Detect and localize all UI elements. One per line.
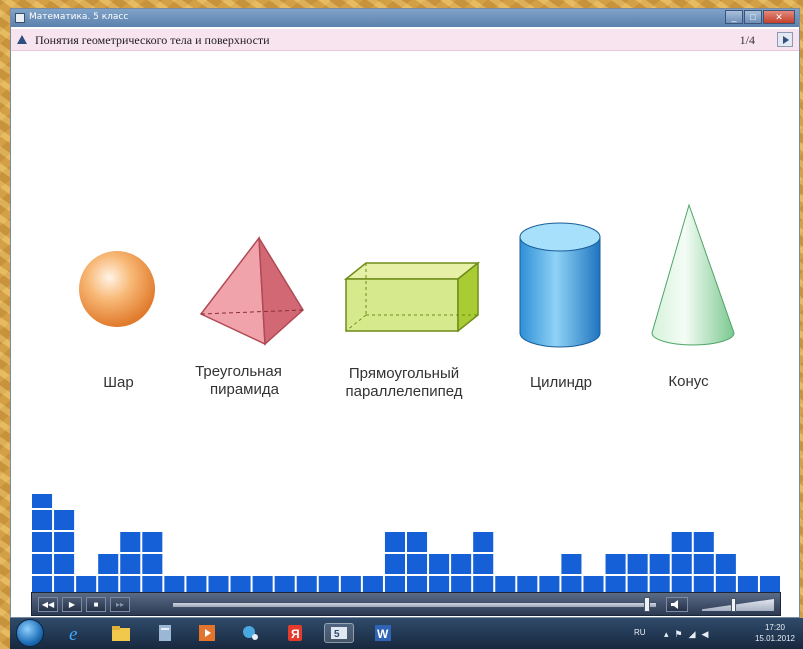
svg-text:W: W (377, 627, 389, 641)
volume-slider[interactable] (702, 599, 774, 611)
language-indicator[interactable]: RU (634, 628, 646, 637)
speaker-icon[interactable] (666, 597, 688, 612)
next-page-button[interactable] (777, 32, 793, 47)
svg-text:5: 5 (334, 629, 340, 640)
clock-time: 17:20 (764, 623, 785, 632)
label-line: параллелепипед (345, 383, 463, 400)
label-line: Конус (668, 373, 709, 390)
equalizer-block (142, 532, 163, 552)
equalizer-block (473, 532, 494, 552)
equalizer-block (54, 554, 75, 574)
close-button[interactable]: ✕ (763, 10, 795, 24)
ie-icon[interactable]: e (66, 623, 88, 645)
equalizer-block (384, 532, 405, 552)
equalizer-block (473, 554, 494, 574)
minimize-button[interactable]: _ (725, 10, 743, 24)
maximize-button[interactable]: □ (744, 10, 762, 24)
seek-bar[interactable] (172, 602, 657, 608)
word-icon[interactable]: W (372, 623, 394, 643)
rewind-button[interactable]: ◀◀ (38, 597, 58, 612)
lesson-header: Понятия геометрического тела и поверхнос… (11, 29, 799, 51)
window-controls: _ □ ✕ (725, 10, 795, 24)
label-line: Прямоугольный (348, 365, 460, 382)
yandex-icon[interactable]: Я (284, 623, 306, 643)
cylinder-figure (517, 221, 603, 351)
equalizer-block (627, 554, 648, 574)
label-line: Шар (103, 374, 134, 391)
label-line: Треугольная (195, 363, 282, 380)
equalizer-block (671, 554, 692, 574)
forward-button[interactable]: ▸▸ (110, 597, 130, 612)
shape-label-pyramid: Треугольная пирамида (181, 363, 296, 399)
equalizer-block (605, 554, 626, 574)
equalizer-block (32, 494, 53, 508)
equalizer-block (693, 532, 714, 552)
play-button[interactable]: ▶ (62, 597, 82, 612)
title-bar[interactable]: Математика. 5 класс _ □ ✕ (11, 9, 799, 27)
explorer-icon[interactable] (110, 623, 132, 643)
equalizer-block (98, 554, 119, 574)
presentation-icon[interactable]: 5 (324, 623, 354, 643)
equalizer-block (120, 554, 141, 574)
box-figure (342, 259, 482, 334)
pyramid-figure (197, 234, 307, 346)
collapse-up-icon[interactable] (17, 35, 27, 44)
svg-text:Я: Я (291, 627, 300, 641)
volume-thumb[interactable] (731, 598, 737, 612)
sphere-figure (77, 249, 157, 329)
start-button[interactable] (16, 619, 44, 647)
equalizer-block (429, 554, 450, 574)
equalizer-block (120, 532, 141, 552)
equalizer-block (649, 554, 670, 574)
equalizer-block (54, 510, 75, 530)
equalizer-block (32, 532, 53, 552)
media-player-icon[interactable] (196, 623, 218, 643)
equalizer-block (671, 532, 692, 552)
page-indicator: 1/4 (739, 33, 755, 47)
app-icon (15, 13, 25, 23)
media-player-controls: ◀◀ ▶ ■ ▸▸ (31, 592, 781, 616)
clock[interactable]: 17:20 15.01.2012 (755, 622, 795, 644)
label-line: Цилиндр (530, 374, 592, 391)
lesson-title: Понятия геометрического тела и поверхнос… (35, 33, 270, 47)
system-tray: RU ▴⚑◢◀ 17:20 15.01.2012 (634, 618, 799, 649)
equalizer-block (32, 554, 53, 574)
equalizer-block (407, 532, 428, 552)
equalizer-block (407, 554, 428, 574)
equalizer-block (561, 554, 582, 574)
document-icon[interactable] (154, 623, 176, 643)
shape-label-sphere: Шар (81, 374, 156, 392)
shape-label-cone: Конус (646, 373, 731, 391)
windows-taskbar: e Я 5 W RU ▴⚑◢◀ 17:20 15.01.2012 (10, 618, 803, 649)
seek-thumb[interactable] (644, 597, 651, 612)
tray-icons[interactable]: ▴⚑◢◀ (664, 629, 714, 640)
app-window: Математика. 5 класс _ □ ✕ Понятия геомет… (10, 8, 800, 618)
clock-date: 15.01.2012 (754, 634, 795, 643)
svg-text:e: e (69, 624, 77, 643)
equalizer-block (32, 510, 53, 530)
paint-icon[interactable] (240, 623, 262, 643)
cone-figure (648, 201, 738, 351)
equalizer-block (451, 554, 472, 574)
shape-label-box: Прямоугольный параллелепипед (329, 365, 479, 401)
equalizer-block (54, 532, 75, 552)
equalizer-block (715, 554, 736, 574)
shape-label-cylinder: Цилиндр (511, 374, 611, 392)
window-title: Математика. 5 класс (29, 12, 129, 22)
audio-equalizer-visualizer (32, 494, 780, 596)
equalizer-block (693, 554, 714, 574)
equalizer-block (384, 554, 405, 574)
equalizer-block (142, 554, 163, 574)
stop-button[interactable]: ■ (86, 597, 106, 612)
label-line: пирамида (210, 381, 279, 398)
